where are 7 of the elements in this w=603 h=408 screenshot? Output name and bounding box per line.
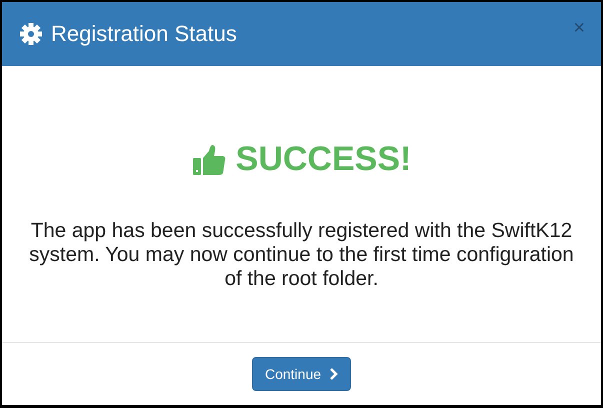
status-message: The app has been successfully registered with the SwiftK12 system. You may now continue to the first time configuration of the root folder. — [28, 219, 575, 291]
thumbs-up-icon — [192, 142, 226, 176]
settings-icon — [20, 23, 42, 45]
continue-button[interactable]: Continue — [252, 357, 352, 391]
chevron-right-icon — [329, 368, 338, 380]
success-heading: SUCCESS! — [236, 140, 412, 179]
window-title: Registration Status — [51, 21, 238, 47]
